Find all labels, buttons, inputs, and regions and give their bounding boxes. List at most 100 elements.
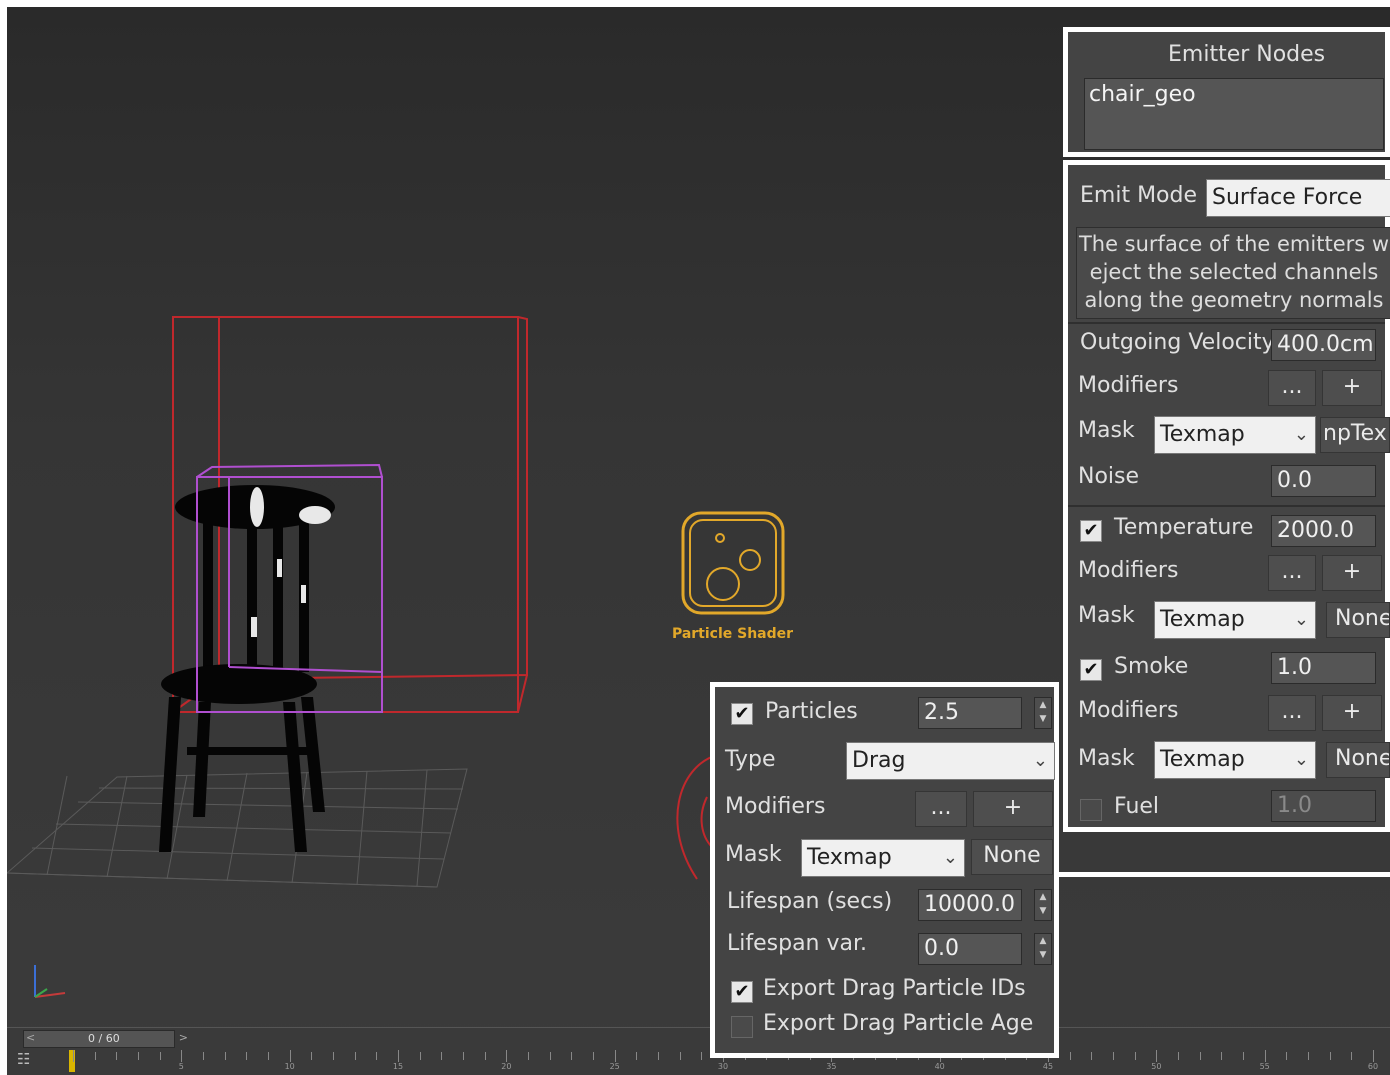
particles-mask-map-button[interactable]: None <box>971 839 1053 875</box>
emitter-nodes-title: Emitter Nodes <box>1168 42 1326 67</box>
temperature-mask-type-dropdown[interactable]: Texmap ⌄ <box>1154 601 1316 639</box>
timeline-tick-label: 60 <box>1367 1062 1379 1071</box>
lifespan-spinner[interactable]: ▲ ▼ <box>1034 889 1052 921</box>
particles-modifiers-more-button[interactable]: ... <box>915 791 967 827</box>
timeline-tick <box>506 1050 508 1062</box>
lifespan-label: Lifespan (secs) <box>727 889 893 914</box>
mask-type-dropdown[interactable]: Texmap ⌄ <box>1154 416 1316 454</box>
particles-checkbox[interactable]: ✔ <box>731 703 753 725</box>
export-ids-label: Export Drag Particle IDs <box>763 976 1026 1001</box>
timeline-tick <box>1243 1052 1244 1060</box>
timeline-tick <box>463 1052 464 1060</box>
emitter-nodes-list[interactable]: chair_geo <box>1084 78 1384 150</box>
timeline-tick <box>354 1052 356 1060</box>
mask-map-button[interactable]: npTex <box>1320 417 1390 453</box>
smoke-field[interactable]: 1.0 <box>1271 652 1376 684</box>
timeline-tick-label: 40 <box>934 1062 945 1071</box>
fuel-field[interactable]: 1.0 <box>1271 790 1376 822</box>
chevron-down-icon: ⌄ <box>942 847 958 868</box>
export-age-checkbox[interactable] <box>731 1016 753 1038</box>
smoke-mask-map-button[interactable]: None <box>1326 742 1390 778</box>
emitter-node-item[interactable]: chair_geo <box>1089 81 1379 109</box>
particles-spinner[interactable]: ▲ ▼ <box>1034 697 1052 729</box>
frame-edge <box>1058 872 1390 877</box>
temperature-modifiers-more-button[interactable]: ... <box>1268 555 1316 591</box>
fuel-label: Fuel <box>1114 794 1160 819</box>
timeline-config-icon[interactable]: ☷ <box>17 1050 37 1070</box>
timeline-tick <box>528 1052 529 1060</box>
particle-shader-icon[interactable] <box>680 510 786 616</box>
mask-label: Mask <box>1078 603 1135 628</box>
modifiers-more-button[interactable]: ... <box>1268 370 1316 406</box>
timeline-tick <box>116 1052 118 1060</box>
type-value: Drag <box>852 748 906 773</box>
export-ids-checkbox[interactable]: ✔ <box>731 981 753 1003</box>
lifespan-field[interactable]: 10000.0 <box>918 889 1022 921</box>
chevron-down-icon: ⌄ <box>1293 749 1309 770</box>
timeline-tick <box>419 1052 421 1060</box>
particles-field[interactable]: 2.5 <box>918 697 1022 729</box>
outgoing-velocity-field[interactable]: 400.0cm <box>1271 329 1376 361</box>
timeline-tick <box>376 1052 378 1060</box>
emit-settings-panel: Emit Mode Surface Force The surface of t… <box>1063 160 1390 832</box>
timeline-tick <box>549 1052 551 1060</box>
temperature-modifiers-add-button[interactable]: + <box>1322 555 1382 591</box>
timeline-tick-label: 30 <box>717 1062 729 1071</box>
frame-display: 0 / 60 <box>88 1032 120 1045</box>
lifespan-var-spinner[interactable]: ▲ ▼ <box>1034 933 1052 965</box>
time-prev-button[interactable]: < <box>26 1031 35 1044</box>
timeline-tick <box>1373 1050 1374 1062</box>
timeline-tick <box>701 1052 703 1060</box>
noise-field[interactable]: 0.0 <box>1271 465 1376 497</box>
type-label: Type <box>725 747 776 772</box>
timeline-tick <box>1308 1052 1309 1060</box>
smoke-mask-type-dropdown[interactable]: Texmap ⌄ <box>1154 741 1316 779</box>
smoke-modifiers-add-button[interactable]: + <box>1322 695 1382 731</box>
fuel-checkbox[interactable] <box>1080 799 1102 821</box>
modifiers-add-button[interactable]: + <box>1322 370 1382 406</box>
timeline-tick <box>658 1052 659 1060</box>
ground-grid <box>7 768 468 888</box>
temperature-mask-map-button[interactable]: None <box>1326 602 1390 638</box>
mask-label: Mask <box>1078 418 1135 443</box>
timeline-cursor[interactable] <box>69 1050 75 1072</box>
timeline-tick-label: 55 <box>1259 1062 1270 1071</box>
timeline-tick <box>636 1052 638 1060</box>
timeline-tick <box>333 1052 334 1060</box>
smoke-checkbox[interactable]: ✔ <box>1080 659 1102 681</box>
lifespan-var-field[interactable]: 0.0 <box>918 933 1022 965</box>
timeline-tick <box>73 1050 74 1062</box>
description-line: along the geometry normals <box>1084 288 1384 312</box>
temperature-field[interactable]: 2000.0 <box>1271 515 1376 547</box>
time-slider[interactable]: < 0 / 60 > <box>23 1030 188 1048</box>
description-line: eject the selected channels <box>1089 260 1379 284</box>
particles-panel: ✔ Particles 2.5 ▲ ▼ Type Drag ⌄ Modifiers… <box>710 682 1059 1058</box>
timeline-tick <box>441 1052 443 1060</box>
particles-label: Particles <box>765 699 858 724</box>
particles-mask-type-dropdown[interactable]: Texmap ⌄ <box>801 839 965 877</box>
mask-type-value: Texmap <box>1160 422 1245 447</box>
timeline-tick <box>1199 1052 1201 1060</box>
timeline-tick-label: 35 <box>826 1062 837 1071</box>
type-dropdown[interactable]: Drag ⌄ <box>846 742 1055 780</box>
timeline-tick <box>1264 1050 1266 1062</box>
timeline-tick <box>679 1052 681 1060</box>
timeline-tick <box>1351 1052 1353 1060</box>
smoke-modifiers-more-button[interactable]: ... <box>1268 695 1316 731</box>
temperature-label: Temperature <box>1114 515 1254 540</box>
timeline-tick <box>224 1052 226 1060</box>
timeline-tick-label: 15 <box>392 1062 404 1071</box>
timeline[interactable]: < 0 / 60 > ☷ 5 10 15 20 25 30 35 40 45 50 55 60 <box>7 1027 1390 1075</box>
temperature-checkbox[interactable]: ✔ <box>1080 520 1102 542</box>
particles-modifiers-add-button[interactable]: + <box>973 791 1053 827</box>
timeline-tick <box>1286 1052 1288 1060</box>
smoke-label: Smoke <box>1114 654 1189 679</box>
time-next-button[interactable]: > <box>179 1031 188 1044</box>
timeline-tick <box>181 1050 183 1062</box>
timeline-tick-label: 25 <box>609 1062 620 1071</box>
emit-mode-dropdown[interactable]: Surface Force <box>1206 179 1390 217</box>
timeline-tick <box>311 1052 313 1060</box>
chevron-down-icon: ⌄ <box>1293 609 1309 630</box>
timeline-tick <box>1069 1052 1071 1060</box>
mask-type-value: Texmap <box>807 845 892 870</box>
